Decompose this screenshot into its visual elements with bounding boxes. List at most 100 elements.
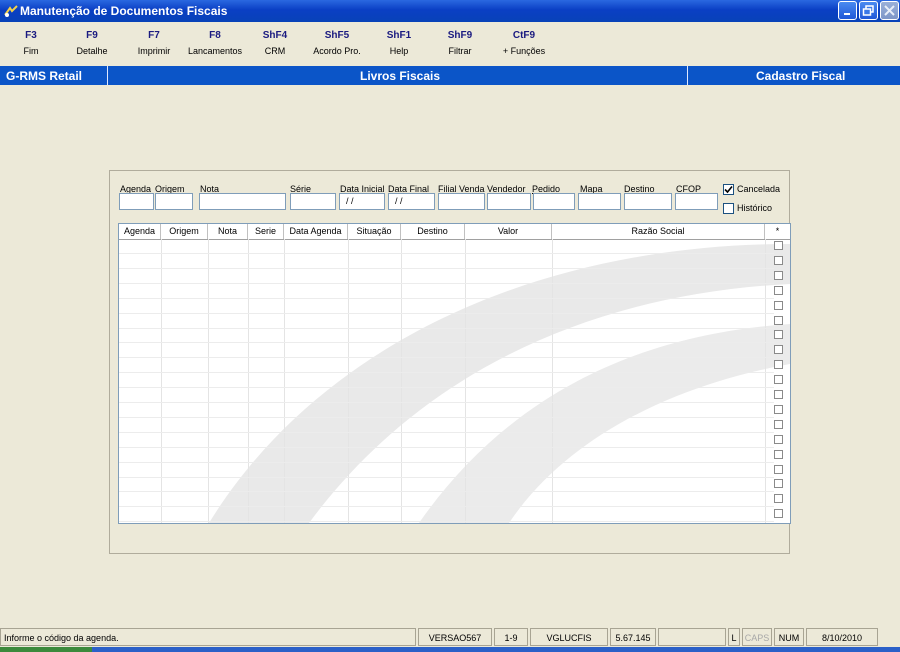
- col-destino[interactable]: Destino: [401, 224, 465, 239]
- col-razao-social[interactable]: Razão Social: [552, 224, 765, 239]
- close-icon: [884, 5, 895, 16]
- imprimir-label: Imprimir: [137, 46, 171, 56]
- grid-column-line: [401, 239, 402, 523]
- table-row[interactable]: [119, 431, 774, 433]
- row-select-checkbox[interactable]: [774, 449, 783, 459]
- row-select-checkbox[interactable]: [774, 300, 783, 310]
- agenda-input[interactable]: [119, 193, 154, 210]
- table-row[interactable]: [119, 327, 774, 329]
- documents-grid[interactable]: Agenda Origem Nota Serie Data Agenda Sit…: [118, 223, 791, 524]
- row-select-checkbox[interactable]: [774, 494, 783, 504]
- table-row[interactable]: [119, 372, 774, 374]
- status-page: 1-9: [494, 628, 528, 646]
- grid-column-line: [465, 239, 466, 523]
- table-row[interactable]: [119, 446, 774, 448]
- table-row[interactable]: [119, 521, 774, 523]
- table-row[interactable]: [119, 282, 774, 284]
- row-select-checkbox[interactable]: [774, 330, 783, 340]
- window-title: Manutenção de Documentos Fiscais: [20, 4, 228, 18]
- grid-column-line: [552, 239, 553, 523]
- filtrar-button[interactable]: ShF9 Filtrar: [440, 30, 480, 56]
- status-num: NUM: [774, 628, 804, 646]
- col-serie[interactable]: Serie: [248, 224, 284, 239]
- lancamentos-button[interactable]: F8 Lancamentos: [184, 30, 246, 56]
- data-inicial-input[interactable]: / /: [339, 193, 385, 210]
- row-select-checkbox[interactable]: [774, 360, 783, 370]
- table-row[interactable]: [119, 267, 774, 269]
- table-row[interactable]: [119, 491, 774, 493]
- row-select-checkbox[interactable]: [774, 509, 783, 519]
- row-select-checkbox[interactable]: [774, 255, 783, 265]
- row-select-checkbox[interactable]: [774, 315, 783, 325]
- row-select-checkbox[interactable]: [774, 390, 783, 399]
- help-button[interactable]: ShF1 Help: [380, 30, 418, 56]
- row-select-checkbox[interactable]: [774, 241, 783, 250]
- pedido-input[interactable]: [533, 193, 575, 210]
- col-nota[interactable]: Nota: [208, 224, 248, 239]
- table-row[interactable]: [119, 342, 774, 344]
- module-header-bar: G-RMS Retail Livros Fiscais Cadastro Fis…: [0, 66, 900, 85]
- table-row[interactable]: [119, 357, 774, 359]
- header-divider: [107, 66, 108, 85]
- status-caps: CAPS: [742, 628, 772, 646]
- row-select-checkbox[interactable]: [774, 270, 783, 280]
- serie-input[interactable]: [290, 193, 336, 210]
- close-button[interactable]: [880, 1, 899, 20]
- header-product: G-RMS Retail: [6, 69, 83, 83]
- row-select-checkbox[interactable]: [774, 419, 783, 429]
- imprimir-button[interactable]: F7 Imprimir: [132, 30, 176, 56]
- table-row[interactable]: [119, 387, 774, 389]
- filial-venda-input[interactable]: [438, 193, 485, 210]
- row-select-checkbox[interactable]: [774, 464, 783, 474]
- restore-button[interactable]: [859, 1, 878, 20]
- data-final-input[interactable]: / /: [388, 193, 435, 210]
- grid-column-line: [161, 239, 162, 523]
- fim-button[interactable]: F3 Fim: [14, 30, 48, 56]
- table-row[interactable]: [119, 476, 774, 478]
- cancelada-checkbox[interactable]: [723, 184, 734, 195]
- row-select-checkbox[interactable]: [774, 404, 783, 414]
- lancamentos-key: F8: [209, 30, 221, 41]
- table-row[interactable]: [119, 461, 774, 463]
- table-row[interactable]: [119, 402, 774, 403]
- header-section: Cadastro Fiscal: [756, 69, 846, 83]
- col-situacao[interactable]: Situação: [348, 224, 401, 239]
- acordo-key: ShF5: [324, 30, 350, 41]
- table-row[interactable]: [119, 253, 774, 254]
- col-data-agenda[interactable]: Data Agenda: [284, 224, 348, 239]
- col-agenda[interactable]: Agenda: [119, 224, 161, 239]
- table-row[interactable]: [119, 506, 774, 508]
- col-origem[interactable]: Origem: [161, 224, 208, 239]
- help-key: ShF1: [386, 30, 412, 41]
- nota-input[interactable]: [199, 193, 286, 210]
- table-row[interactable]: [119, 416, 774, 418]
- help-label: Help: [389, 46, 409, 56]
- minimize-button[interactable]: [838, 1, 857, 20]
- row-select-checkbox[interactable]: [774, 375, 783, 385]
- row-select-checkbox[interactable]: [774, 479, 783, 489]
- title-bar: Manutenção de Documentos Fiscais: [0, 0, 900, 22]
- origem-input[interactable]: [155, 193, 193, 210]
- historico-checkbox[interactable]: [723, 203, 734, 214]
- filtrar-label: Filtrar: [448, 46, 472, 56]
- col-select[interactable]: *: [765, 224, 790, 239]
- grid-column-line: [765, 239, 766, 523]
- acordo-button[interactable]: ShF5 Acordo Pro.: [308, 30, 366, 56]
- vendedor-input[interactable]: [487, 193, 531, 210]
- cfop-input[interactable]: [675, 193, 718, 210]
- mais-funcoes-button[interactable]: CtF9 + Funções: [498, 30, 550, 56]
- destino-input[interactable]: [624, 193, 672, 210]
- row-select-checkbox[interactable]: [774, 345, 783, 355]
- table-row[interactable]: [119, 297, 774, 299]
- col-valor[interactable]: Valor: [465, 224, 552, 239]
- crm-button[interactable]: ShF4 CRM: [256, 30, 294, 56]
- status-module: VGLUCFIS: [530, 628, 608, 646]
- detalhe-button[interactable]: F9 Detalhe: [72, 30, 112, 56]
- table-row[interactable]: [119, 312, 774, 314]
- grid-header: Agenda Origem Nota Serie Data Agenda Sit…: [119, 224, 790, 240]
- crm-key: ShF4: [262, 30, 288, 41]
- status-l: L: [728, 628, 740, 646]
- row-select-checkbox[interactable]: [774, 434, 783, 444]
- row-select-checkbox[interactable]: [774, 285, 783, 295]
- mapa-input[interactable]: [578, 193, 621, 210]
